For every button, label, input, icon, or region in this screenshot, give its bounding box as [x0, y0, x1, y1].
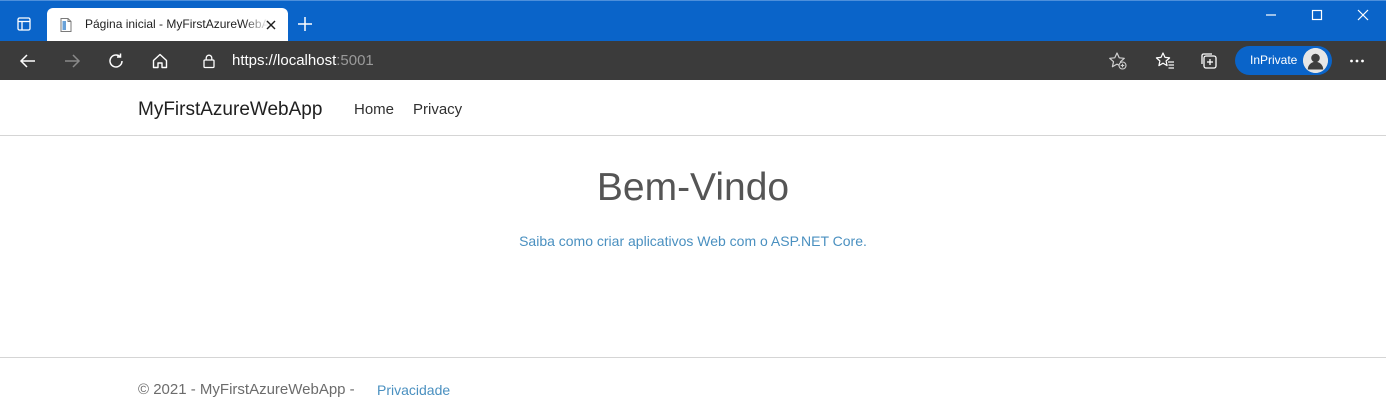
- nav-link-privacy[interactable]: Privacy: [413, 101, 462, 118]
- profile-avatar: [1303, 48, 1328, 73]
- tab-strip: Página inicial - MyFirstAzureWebApp: [0, 0, 1386, 41]
- favorites-button[interactable]: [1154, 50, 1176, 72]
- maximize-icon: [1311, 9, 1323, 21]
- more-icon: [1350, 59, 1364, 63]
- new-tab-icon[interactable]: [296, 15, 314, 33]
- inprivate-profile-button[interactable]: InPrivate: [1235, 46, 1332, 75]
- nav-link-home[interactable]: Home: [354, 101, 394, 118]
- collections-icon: [1201, 53, 1217, 69]
- url-scheme: https://: [232, 52, 278, 69]
- refresh-icon: [109, 53, 123, 68]
- close-tab-icon[interactable]: [263, 17, 279, 33]
- collections-button[interactable]: [1198, 50, 1220, 72]
- site-navbar: MyFirstAzureWebApp Home Privacy: [0, 80, 1386, 136]
- close-window-button[interactable]: [1353, 6, 1373, 24]
- page-favicon-icon: [60, 18, 72, 32]
- back-icon: [19, 54, 35, 68]
- inprivate-label: InPrivate: [1250, 53, 1298, 67]
- active-tab[interactable]: Página inicial - MyFirstAzureWebApp: [47, 8, 288, 41]
- tab-title-text: Página inicial - MyFirstAzureWebApp: [85, 17, 269, 31]
- footer-copyright: © 2021 - MyFirstAzureWebApp -: [138, 381, 355, 398]
- address-bar[interactable]: https://localhost:5001: [232, 52, 374, 69]
- forward-icon: [65, 54, 81, 68]
- page-title: Bem-Vindo: [596, 166, 790, 209]
- footer-privacy-link[interactable]: Privacidade: [377, 382, 450, 398]
- profile-avatar-icon: [1303, 48, 1328, 73]
- home-icon: [152, 53, 168, 69]
- learn-more-link[interactable]: Saiba como criar aplicativos Web com o A…: [0, 233, 1386, 249]
- url-host: localhost: [277, 52, 337, 69]
- tab-actions-button[interactable]: [9, 11, 39, 37]
- refresh-button[interactable]: [105, 50, 127, 72]
- add-favorite-button[interactable]: [1107, 50, 1129, 72]
- minimize-icon: [1266, 14, 1276, 16]
- tab-title: Página inicial - MyFirstAzureWebApp: [85, 17, 269, 33]
- back-button[interactable]: [17, 50, 39, 72]
- more-button[interactable]: [1346, 50, 1368, 72]
- lock-icon: [203, 54, 215, 69]
- favorites-icon: [1155, 52, 1174, 69]
- tab-actions-icon: [17, 17, 31, 31]
- browser-toolbar: https://localhost:5001: [0, 41, 1386, 80]
- home-button[interactable]: [149, 50, 171, 72]
- forward-button[interactable]: [61, 50, 83, 72]
- minimize-button[interactable]: [1261, 6, 1281, 24]
- maximize-button[interactable]: [1307, 6, 1327, 24]
- add-favorite-icon: [1109, 52, 1127, 70]
- url-port: :5001: [336, 52, 374, 69]
- site-info-button[interactable]: [198, 50, 220, 72]
- site-footer: © 2021 - MyFirstAzureWebApp - Privacidad…: [0, 357, 1386, 418]
- close-window-icon: [1357, 9, 1369, 21]
- tab-strip-border: [0, 0, 1386, 1]
- site-brand-link[interactable]: MyFirstAzureWebApp: [138, 99, 322, 121]
